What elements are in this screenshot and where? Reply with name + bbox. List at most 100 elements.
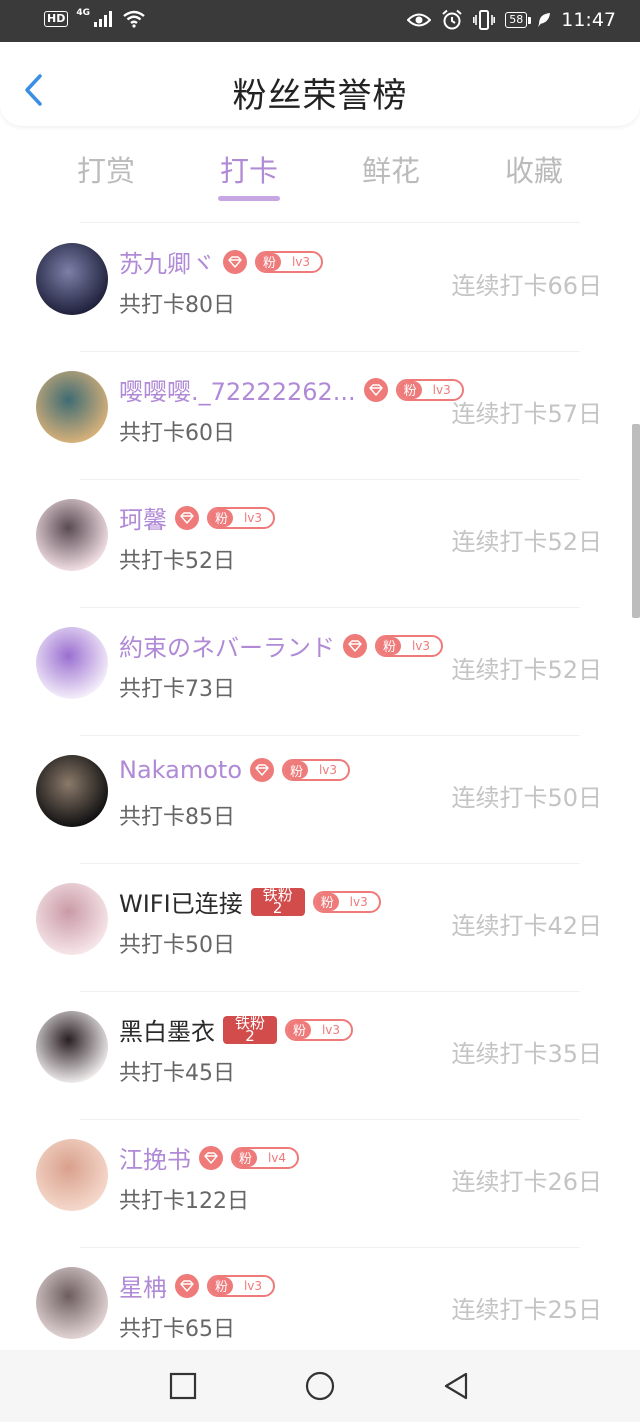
fan-name[interactable]: 約束のネバーランド <box>119 628 335 663</box>
avatar[interactable] <box>36 627 108 699</box>
tab-checkin[interactable]: 打卡 <box>199 148 299 190</box>
avatar[interactable] <box>36 1011 108 1083</box>
tab-favorites[interactable]: 收藏 <box>484 148 584 190</box>
diamond-badge-icon <box>175 1273 199 1298</box>
fan-badge-level: lv3 <box>243 510 263 525</box>
fan-level-badge: 粉 lv3 <box>375 634 443 657</box>
fan-name[interactable]: 嘤嘤嘤._72222262... <box>119 372 356 407</box>
avatar[interactable] <box>36 243 108 315</box>
name-line: 江挽书 粉 lv4 <box>119 1140 299 1175</box>
fan-level-badge: 粉 lv3 <box>285 1018 353 1041</box>
fan-level-badge: 粉 lv3 <box>255 250 323 273</box>
name-line: Nakamoto 粉 lv3 <box>119 756 350 784</box>
name-line: WIFI已连接 铁粉 2 粉 lv3 <box>119 884 381 919</box>
avatar[interactable] <box>36 883 108 955</box>
fan-row[interactable]: 江挽书 粉 lv4 共打卡122日 连续打卡26日 <box>0 1120 640 1248</box>
active-tab-indicator <box>218 196 280 201</box>
avatar[interactable] <box>36 371 108 443</box>
system-nav-bar <box>0 1350 640 1422</box>
fan-badge-label: 粉 <box>377 636 402 655</box>
recents-button[interactable] <box>167 1370 199 1402</box>
fan-badge-label: 粉 <box>209 1276 234 1295</box>
fan-badge-level: lv3 <box>411 638 431 653</box>
network-type: 4G <box>76 8 90 18</box>
avatar[interactable] <box>36 1139 108 1211</box>
fan-badge-label: 粉 <box>314 892 339 911</box>
total-checkin-days: 共打卡65日 <box>119 1317 235 1342</box>
diamond-badge-icon <box>363 377 388 402</box>
fan-badge-label: 粉 <box>209 508 234 527</box>
tab-flowers[interactable]: 鲜花 <box>341 148 441 190</box>
fan-name[interactable]: 江挽书 <box>119 1140 191 1175</box>
total-checkin-days: 共打卡85日 <box>119 805 235 830</box>
iron-fan-badge: 铁粉 2 <box>223 1015 277 1044</box>
total-checkin-days: 共打卡80日 <box>119 293 235 318</box>
fan-badge-label: 粉 <box>284 761 309 779</box>
back-nav-button[interactable] <box>440 1370 472 1402</box>
avatar[interactable] <box>36 1267 108 1339</box>
fan-row[interactable]: WIFI已连接 铁粉 2 粉 lv3 共打卡50日 连续打卡42日 <box>0 864 640 992</box>
fan-badge-label: 粉 <box>257 252 282 271</box>
fan-row[interactable]: 珂馨 粉 lv3 共打卡52日 连续打卡52日 <box>0 480 640 608</box>
streak-checkin-days: 连续打卡42日 <box>451 912 602 940</box>
diamond-badge-icon <box>343 633 367 658</box>
fan-badge-level: lv3 <box>291 254 311 269</box>
fan-name[interactable]: 苏九卿ヾ <box>119 244 215 279</box>
iron-fan-badge: 铁粉 2 <box>250 887 305 916</box>
vibrate-icon <box>473 10 496 30</box>
name-line: 星柟 粉 lv3 <box>119 1268 275 1303</box>
tab-reward[interactable]: 打赏 <box>56 148 156 190</box>
avatar[interactable] <box>36 755 108 827</box>
streak-checkin-days: 连续打卡66日 <box>451 272 602 300</box>
fan-level-badge: 粉 lv3 <box>312 890 381 913</box>
fan-badge-level: lv3 <box>349 894 368 909</box>
streak-checkin-days: 连续打卡52日 <box>451 528 602 556</box>
circle-icon <box>305 1371 335 1401</box>
fan-level-badge: 粉 lv3 <box>207 506 275 529</box>
fan-name[interactable]: 星柟 <box>119 1268 167 1303</box>
battery-indicator: 58 <box>505 12 532 28</box>
fan-level-badge: 粉 lv3 <box>207 1274 275 1297</box>
diamond-badge-icon <box>223 249 247 274</box>
fan-name[interactable]: WIFI已连接 <box>119 884 243 919</box>
fan-name[interactable]: 珂馨 <box>119 500 167 535</box>
page-title: 粉丝荣誉榜 <box>232 76 408 116</box>
fan-level-badge: 粉 lv4 <box>231 1146 299 1169</box>
app-header: 粉丝荣誉榜 <box>0 42 640 126</box>
fan-row[interactable]: 苏九卿ヾ 粉 lv3 共打卡80日 连续打卡66日 <box>0 224 640 352</box>
fan-row[interactable]: Nakamoto 粉 lv3 共打卡85日 连续打卡50日 <box>0 736 640 864</box>
status-left: HD 4G <box>44 8 146 28</box>
fan-ranking-list: 苏九卿ヾ粉 lv3 共打卡80日 连续打卡66日 嘤嘤嘤._72222262... 粉 lv… <box>0 224 640 1376</box>
total-checkin-days: 共打卡73日 <box>119 677 235 702</box>
streak-checkin-days: 连续打卡26日 <box>451 1168 602 1196</box>
name-line: 黑白墨衣 铁粉 2 粉 lv3 <box>119 1012 353 1047</box>
fan-name[interactable]: 黑白墨衣 <box>119 1012 215 1047</box>
total-checkin-days: 共打卡52日 <box>119 549 235 574</box>
wifi-icon <box>123 10 145 28</box>
name-line: 珂馨 粉 lv3 <box>119 500 275 535</box>
home-button[interactable] <box>304 1370 336 1402</box>
hd-indicator: HD <box>44 11 69 27</box>
total-checkin-days: 共打卡122日 <box>119 1189 249 1214</box>
name-line: 苏九卿ヾ 粉 lv3 <box>119 244 323 279</box>
clock-time: 11:47 <box>561 9 616 31</box>
fan-badge-label: 粉 <box>287 1020 312 1039</box>
total-checkin-days: 共打卡50日 <box>119 933 235 958</box>
fan-badge-level: lv3 <box>318 763 338 777</box>
fan-badge-label: 粉 <box>233 1148 258 1167</box>
square-icon <box>169 1372 197 1400</box>
scrollbar[interactable] <box>632 424 640 618</box>
avatar[interactable] <box>36 499 108 571</box>
name-line: 嘤嘤嘤._72222262... 粉 lv3 <box>119 372 464 407</box>
streak-checkin-days: 连续打卡25日 <box>451 1296 602 1324</box>
streak-checkin-days: 连续打卡57日 <box>451 400 602 428</box>
status-bar: HD 4G 58 11:47 <box>0 0 640 42</box>
diamond-badge-icon <box>175 505 199 530</box>
fan-row[interactable]: 約束のネバーランド 粉 lv3 共打卡73日 连续打卡52日 <box>0 608 640 736</box>
fan-row[interactable]: 嘤嘤嘤._72222262... 粉 lv3 共打卡60日 连续打卡57日 <box>0 352 640 480</box>
fan-name[interactable]: Nakamoto <box>119 756 242 784</box>
total-checkin-days: 共打卡60日 <box>119 421 235 446</box>
alarm-icon <box>442 9 462 30</box>
fan-row[interactable]: 黑白墨衣 铁粉 2 粉 lv3 共打卡45日 连续打卡35日 <box>0 992 640 1120</box>
status-right: 58 11:47 <box>407 9 616 31</box>
